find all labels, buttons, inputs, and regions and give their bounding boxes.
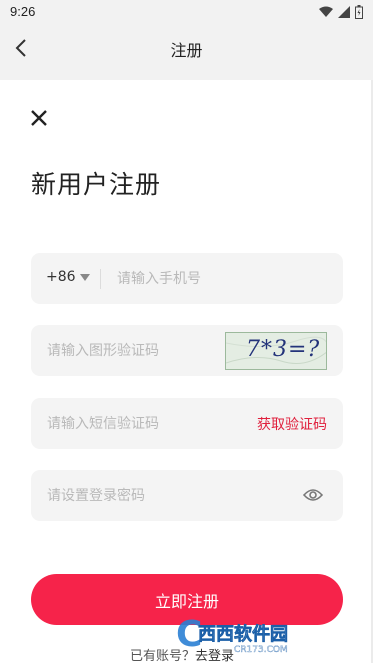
dropdown-arrow-icon [79,273,90,281]
field-divider [100,269,101,289]
wifi-icon [319,6,333,17]
svg-text:CR173.COM: CR173.COM [234,645,288,654]
status-bar: 9:26 [0,0,373,26]
watermark-logo: C 西西软件园 CR173.COM [176,614,288,654]
phone-field: +86 [31,253,343,304]
captcha-text: 7*3=? [246,337,321,362]
header-gap [0,70,373,80]
captcha-field: 7*3=? [31,325,343,376]
password-field [31,470,343,521]
nav-title: 注册 [170,41,203,60]
sms-code-input[interactable] [47,398,237,449]
signal-icon [338,6,350,18]
close-icon[interactable] [29,108,49,128]
sms-field: 获取验证码 [31,398,343,449]
captcha-input[interactable] [47,325,217,376]
battery-icon [355,5,363,19]
password-input[interactable] [47,470,287,521]
svg-text:西西软件园: 西西软件园 [198,623,288,645]
captcha-image[interactable]: 7*3=? [225,332,327,370]
phone-input[interactable] [117,253,327,304]
country-code-selector[interactable]: +86 [46,269,90,285]
status-time: 9:26 [10,4,36,19]
get-code-button[interactable]: 获取验证码 [257,414,327,434]
nav-bar: 注册 [0,26,373,70]
status-icons [319,5,363,19]
country-code-label: +86 [46,269,76,285]
eye-icon[interactable] [303,487,323,503]
page-title: 新用户注册 [31,170,162,199]
